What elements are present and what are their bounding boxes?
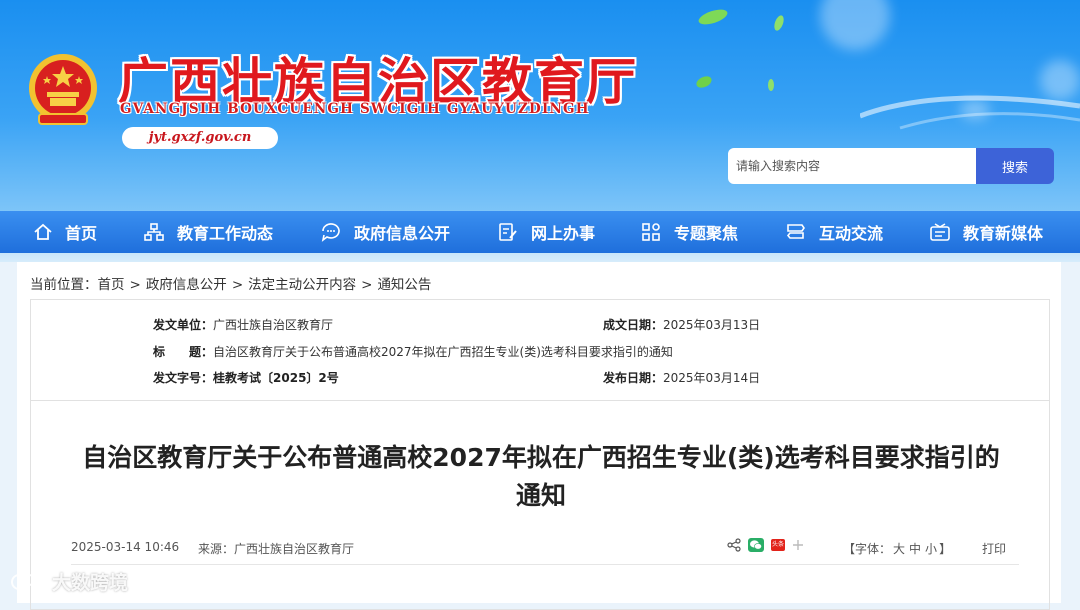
print-button[interactable]: 打印 bbox=[982, 540, 1006, 557]
breadcrumb-separator: > bbox=[361, 277, 373, 293]
grid-icon bbox=[642, 223, 660, 241]
nav-item-label: 教育工作动态 bbox=[177, 224, 274, 243]
nav-item-education-news[interactable]: 教育工作动态 bbox=[143, 220, 273, 244]
meta-title: 标 题：自治区教育厅关于公布普通高校2027年拟在广西招生专业(类)选考科目要求… bbox=[153, 343, 673, 360]
share-buttons: 头条 bbox=[727, 538, 804, 552]
site-subtitle: GVANGJSIH BOUXCUENGH SWCIGIH GYAUYUZDING… bbox=[120, 101, 590, 117]
meta-title-value: 自治区教育厅关于公布普通高校2027年拟在广西招生专业(类)选考科目要求指引的通… bbox=[213, 345, 673, 359]
nav-item-label: 首页 bbox=[65, 224, 98, 243]
toutiao-icon[interactable]: 头条 bbox=[771, 539, 785, 551]
document-meta-box: 发文单位：广西壮族自治区教育厅 成文日期：2025年03月13日 标 题：自治区… bbox=[30, 299, 1050, 401]
watermark: 大数跨境 bbox=[10, 568, 128, 595]
nav-item-label: 网上办事 bbox=[531, 224, 596, 243]
meta-created-date: 成文日期：2025年03月13日 bbox=[603, 316, 760, 333]
meta-docno-value: 桂教考试〔2025〕2号 bbox=[213, 371, 339, 385]
nav-item-online-service[interactable]: 网上办事 bbox=[497, 220, 595, 244]
font-size-label-close: 】 bbox=[939, 542, 952, 556]
breadcrumb: 当前位置：首页 > 政府信息公开 > 法定主动公开内容 > 通知公告 bbox=[30, 273, 431, 293]
article-body: 自治区教育厅关于公布普通高校2027年拟在广西招生专业(类)选考科目要求指引的 … bbox=[30, 399, 1050, 610]
main-nav: 首页 教育工作动态 政府信息公开 网上办事 专题聚焦 互动交流 教育新媒体 bbox=[0, 211, 1080, 253]
watermark-text: 大数跨境 bbox=[52, 572, 129, 594]
wechat-icon[interactable] bbox=[748, 538, 764, 552]
signpost-icon bbox=[786, 224, 805, 239]
meta-published-date: 发布日期：2025年03月14日 bbox=[603, 369, 760, 386]
meta-docno-label: 发文字号： bbox=[153, 371, 214, 385]
org-chart-icon bbox=[144, 223, 164, 241]
font-size-small[interactable]: 小 bbox=[925, 542, 937, 556]
nav-item-label: 政府信息公开 bbox=[354, 224, 451, 243]
breadcrumb-item-gov-info[interactable]: 政府信息公开 bbox=[146, 277, 227, 293]
breadcrumb-item-legal-disclosure[interactable]: 法定主动公开内容 bbox=[248, 277, 356, 293]
chat-bubble-icon bbox=[321, 223, 340, 242]
search-bar: 搜索 bbox=[728, 148, 1054, 184]
article-source-value: 广西壮族自治区教育厅 bbox=[234, 542, 355, 556]
breadcrumb-separator: > bbox=[129, 277, 141, 293]
nav-item-gov-info[interactable]: 政府信息公开 bbox=[320, 220, 450, 244]
font-size-controls: 【字体：大中小】 bbox=[843, 540, 951, 557]
font-size-label-open: 【字体： bbox=[843, 542, 892, 556]
breadcrumb-item-home[interactable]: 首页 bbox=[98, 277, 125, 293]
meta-published-value: 2025年03月14日 bbox=[663, 371, 761, 385]
home-icon bbox=[34, 223, 52, 240]
nav-item-label: 专题聚焦 bbox=[674, 224, 739, 243]
search-button[interactable]: 搜索 bbox=[976, 148, 1054, 184]
meta-issuer-value: 广西壮族自治区教育厅 bbox=[213, 318, 334, 332]
site-url[interactable]: jyt.gxzf.gov.cn bbox=[122, 127, 278, 149]
meta-published-label: 发布日期： bbox=[603, 371, 664, 385]
national-emblem-icon bbox=[29, 54, 97, 125]
meta-created-label: 成文日期： bbox=[603, 318, 664, 332]
article-datetime: 2025-03-14 10:46 bbox=[71, 540, 180, 554]
article-source-label: 来源： bbox=[198, 542, 235, 556]
meta-document-number: 发文字号：桂教考试〔2025〕2号 bbox=[153, 369, 339, 386]
article-title-line: 通知 bbox=[515, 481, 566, 510]
breadcrumb-prefix: 当前位置： bbox=[30, 277, 98, 293]
light-flare bbox=[820, 0, 890, 50]
article-title: 自治区教育厅关于公布普通高校2027年拟在广西招生专业(类)选考科目要求指引的 … bbox=[71, 439, 1011, 515]
leaf-icon bbox=[774, 15, 784, 31]
search-input[interactable] bbox=[728, 148, 976, 184]
plus-icon[interactable] bbox=[792, 539, 804, 551]
swoosh-decoration bbox=[860, 95, 1080, 130]
nav-item-label: 互动交流 bbox=[819, 224, 884, 243]
leaf-icon bbox=[696, 76, 712, 88]
breadcrumb-separator: > bbox=[231, 277, 244, 293]
header-banner: 广西壮族自治区教育厅 GVANGJSIH BOUXCUENGH SWCIGIH … bbox=[0, 0, 1080, 262]
font-size-medium[interactable]: 中 bbox=[909, 542, 921, 556]
article-title-line: 自治区教育厅关于公布普通高校2027年拟在广西招生专业(类)选考科目要求指引的 bbox=[82, 443, 1000, 472]
document-edit-icon bbox=[499, 223, 517, 241]
media-icon bbox=[930, 223, 950, 241]
nav-item-label: 教育新媒体 bbox=[963, 224, 1044, 243]
meta-created-value: 2025年03月13日 bbox=[663, 318, 761, 332]
meta-issuer: 发文单位：广西壮族自治区教育厅 bbox=[153, 316, 333, 333]
share-icon[interactable] bbox=[727, 538, 741, 552]
content-panel: 当前位置：首页 > 政府信息公开 > 法定主动公开内容 > 通知公告 发文单位：广西壮族自治… bbox=[17, 262, 1061, 610]
nav-item-home[interactable]: 首页 bbox=[33, 220, 97, 244]
font-size-large[interactable]: 大 bbox=[893, 542, 905, 556]
article-source: 来源：广西壮族自治区教育厅 bbox=[198, 540, 354, 557]
meta-title-label: 标 题： bbox=[153, 345, 214, 359]
meta-issuer-label: 发文单位： bbox=[153, 318, 214, 332]
nav-item-new-media[interactable]: 教育新媒体 bbox=[929, 220, 1043, 244]
watermark-logo-icon bbox=[11, 573, 47, 590]
divider bbox=[71, 564, 1019, 565]
leaf-icon bbox=[698, 9, 728, 25]
nav-item-special-topics[interactable]: 专题聚焦 bbox=[640, 220, 738, 244]
nav-item-interaction[interactable]: 互动交流 bbox=[785, 220, 883, 244]
breadcrumb-item-notices[interactable]: 通知公告 bbox=[377, 277, 431, 293]
leaf-icon bbox=[768, 79, 774, 91]
